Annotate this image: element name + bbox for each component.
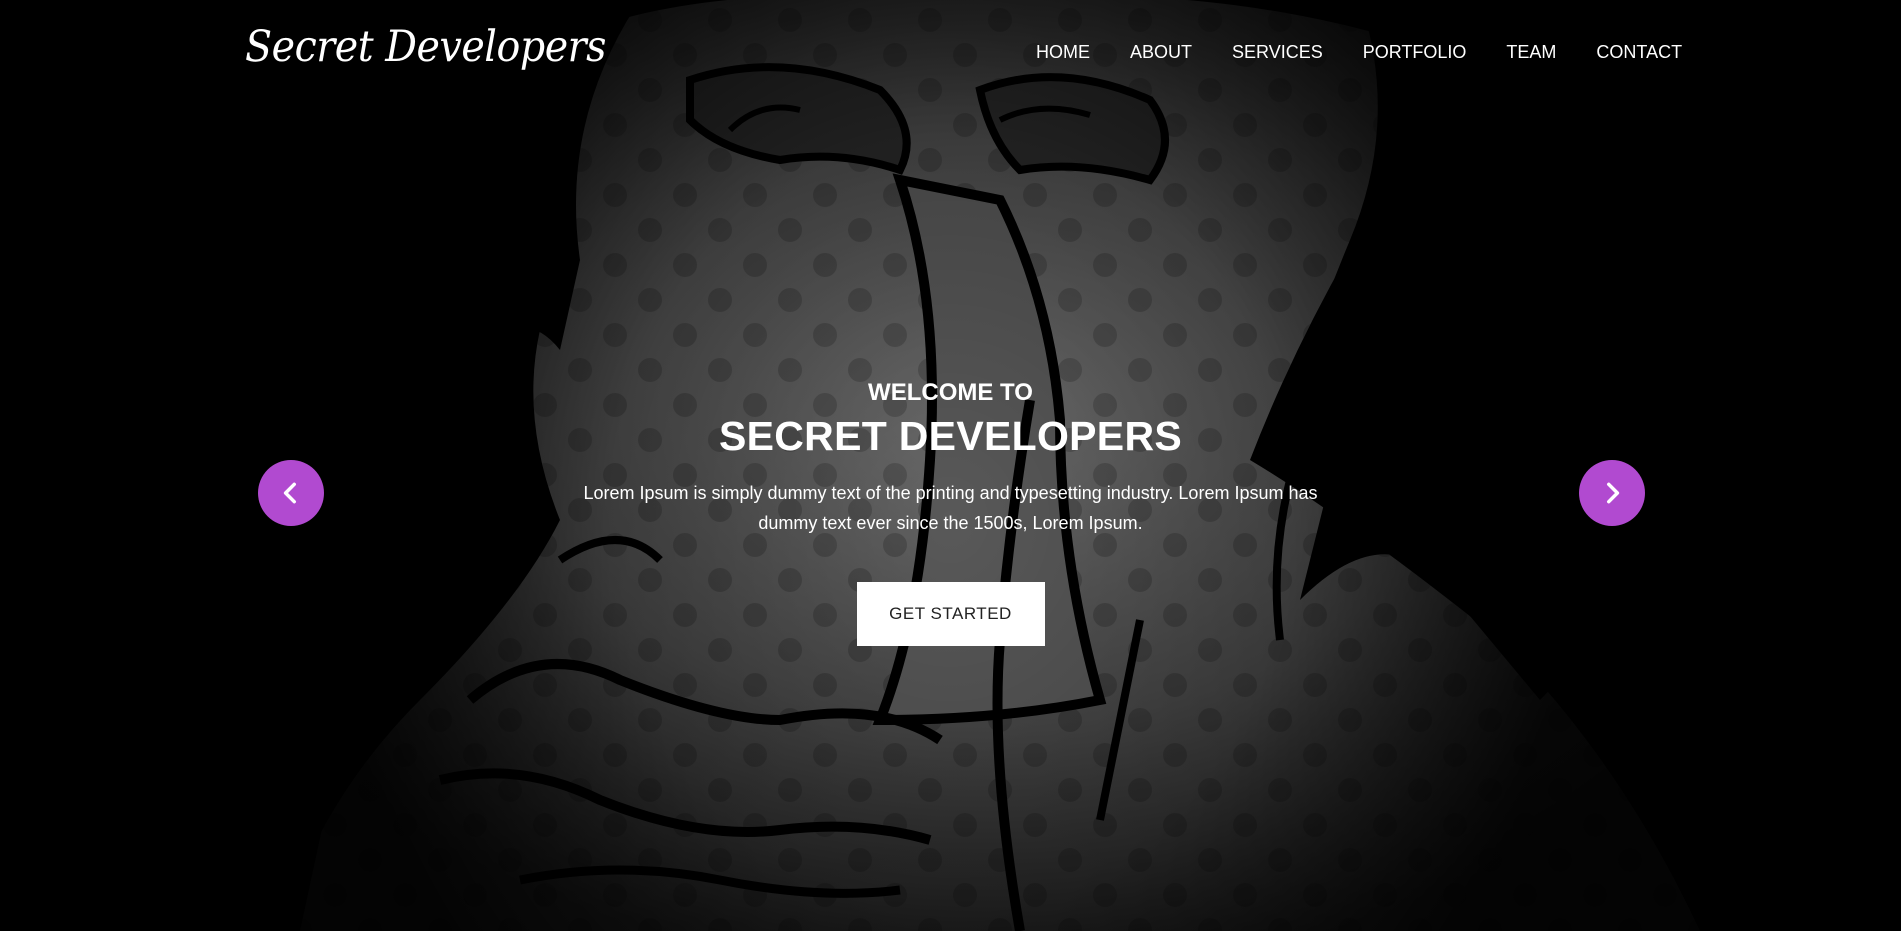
navbar: Secret Developers HOME ABOUT SERVICES PO… (0, 0, 1901, 106)
main-nav: HOME ABOUT SERVICES PORTFOLIO TEAM CONTA… (1036, 42, 1682, 63)
site-logo[interactable]: Secret Developers (245, 22, 606, 72)
nav-item-about[interactable]: ABOUT (1130, 42, 1192, 63)
hero-description: Lorem Ipsum is simply dummy text of the … (583, 483, 1318, 533)
nav-item-home[interactable]: HOME (1036, 42, 1090, 63)
hero-title: SECRET DEVELOPERS (718, 413, 1183, 459)
hero-eyebrow: WELCOME TO (868, 379, 1033, 406)
nav-item-services[interactable]: SERVICES (1232, 42, 1323, 63)
nav-item-portfolio[interactable]: PORTFOLIO (1363, 42, 1467, 63)
hero-content: WELCOME TO SECRET DEVELOPERS Lorem Ipsum… (0, 378, 1901, 646)
get-started-button[interactable]: GET STARTED (856, 582, 1045, 646)
nav-item-team[interactable]: TEAM (1506, 42, 1556, 63)
hero-section: Secret Developers HOME ABOUT SERVICES PO… (0, 0, 1901, 931)
nav-item-contact[interactable]: CONTACT (1596, 42, 1682, 63)
